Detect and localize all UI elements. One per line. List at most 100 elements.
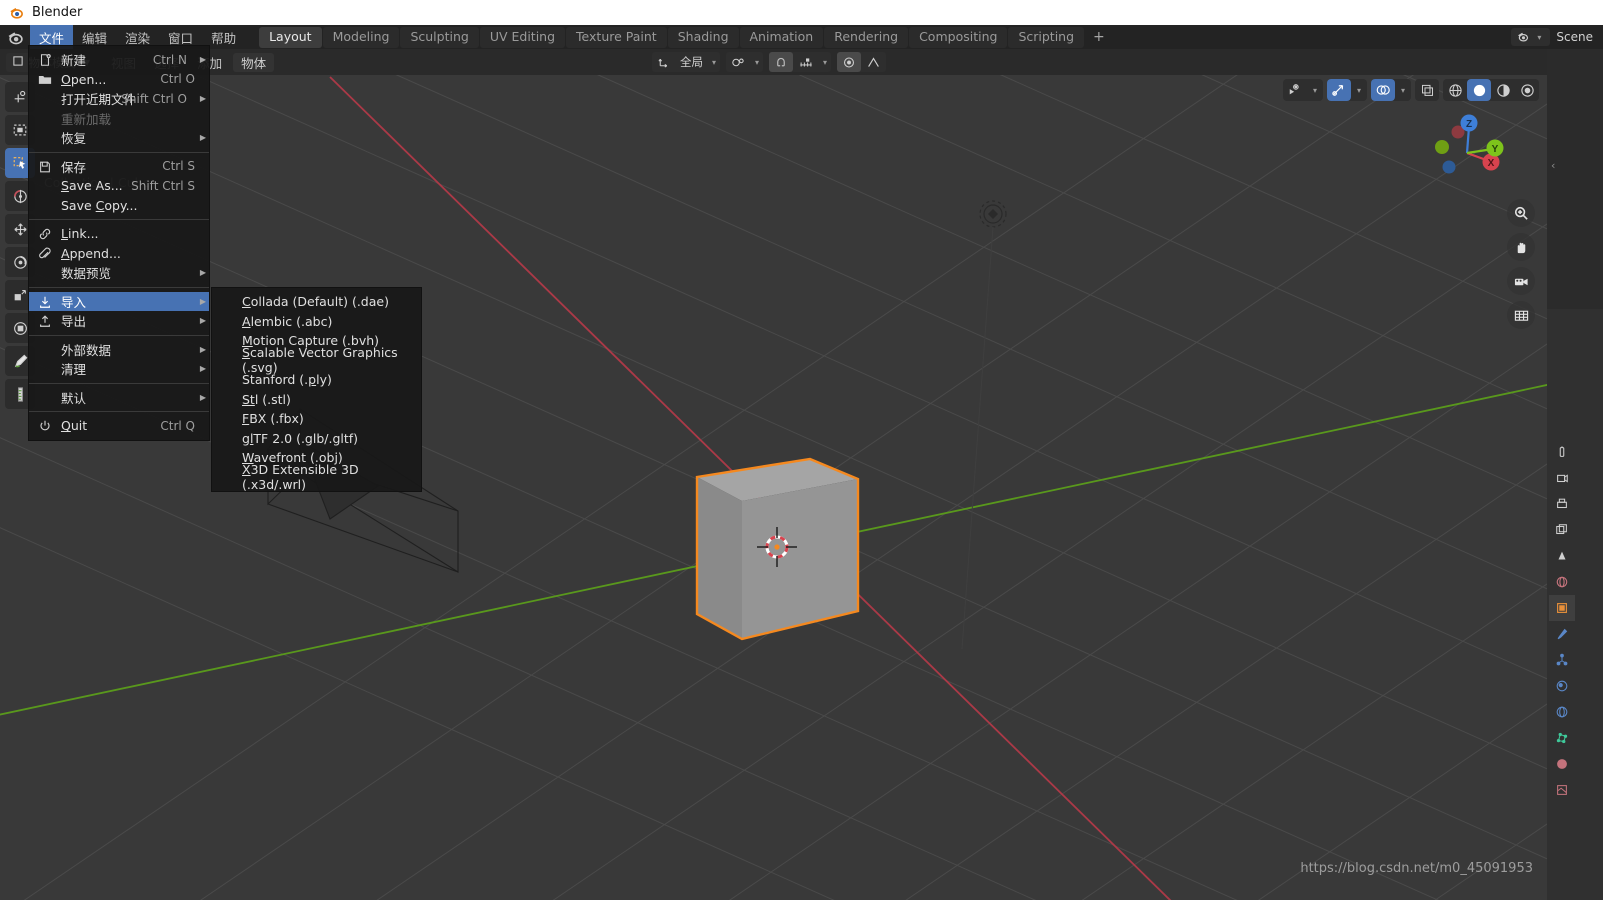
proportional-edit-toggle[interactable] [837, 52, 862, 72]
menu-row-link[interactable]: Link... [29, 224, 209, 244]
menu-row-clean-up[interactable]: 清理 ▶ [29, 359, 209, 379]
tab-physics[interactable] [1549, 673, 1575, 699]
overlays-icon[interactable] [1371, 79, 1395, 101]
chevron-right-icon: ▶ [199, 94, 206, 104]
tab-material[interactable] [1549, 751, 1575, 777]
camera-view-button[interactable] [1507, 267, 1535, 295]
workspace-tab-animation[interactable]: Animation [739, 26, 824, 48]
shading-wireframe[interactable] [1443, 79, 1467, 101]
orientation-icon [652, 52, 675, 72]
menu-row-label: Append... [61, 245, 121, 261]
import-item-x3d[interactable]: X3D Extensible 3D (.x3d/.wrl) [212, 462, 421, 492]
menu-row-export[interactable]: 导出 ▶ [29, 311, 209, 331]
tab-object[interactable] [1549, 595, 1575, 621]
tab-label: Animation [749, 28, 814, 44]
workspace-tab-uv-editing[interactable]: UV Editing [479, 26, 566, 48]
import-item-label: Scalable Vector Graphics (.svg) [242, 345, 398, 376]
svg-text:Y: Y [1492, 144, 1499, 155]
workspace-tab-sculpting[interactable]: Sculpting [400, 26, 479, 48]
tab-output[interactable] [1549, 491, 1575, 517]
workspace-tab-compositing[interactable]: Compositing [909, 26, 1008, 48]
tab-world[interactable] [1549, 569, 1575, 595]
workspace-tab-modeling[interactable]: Modeling [322, 26, 400, 48]
menu-row-new[interactable]: 新建 Ctrl N ▶ [29, 50, 209, 70]
menu-row-shortcut: Ctrl Q [160, 418, 195, 433]
shading-rendered[interactable] [1515, 79, 1539, 101]
chevron-down-icon[interactable]: ▾ [1351, 79, 1367, 101]
tab-data[interactable] [1549, 725, 1575, 751]
chevron-down-icon[interactable]: ▾ [1395, 79, 1411, 101]
menu-row-shortcut: Shift Ctrl S [131, 178, 195, 193]
transform-orientation-selector[interactable]: 全局 ▾ [652, 52, 721, 72]
blender-logo-icon[interactable] [0, 25, 30, 49]
zoom-button[interactable] [1507, 199, 1535, 227]
workspace-tab-rendering[interactable]: Rendering [824, 26, 909, 48]
snap-toggle-button[interactable] [769, 52, 794, 72]
xray-icon[interactable] [1415, 79, 1439, 101]
import-item-label: Stanford (.ply) [242, 372, 332, 388]
gizmo-icon[interactable] [1327, 79, 1351, 101]
import-item-alembic[interactable]: Alembic (.abc) [212, 312, 421, 332]
menu-row-import[interactable]: 导入 ▶ [29, 291, 209, 311]
tab-render[interactable] [1549, 465, 1575, 491]
tab-modifiers[interactable] [1549, 621, 1575, 647]
tab-texture[interactable] [1549, 777, 1575, 803]
menu-separator [29, 382, 209, 384]
proportional-falloff-selector[interactable] [861, 52, 886, 72]
add-workspace-button[interactable]: + [1085, 29, 1113, 45]
menu-row-label: 清理 [61, 362, 87, 378]
shading-solid[interactable] [1467, 79, 1491, 101]
import-item-collada[interactable]: Collada (Default) (.dae) [212, 292, 421, 312]
viewport-menu-object[interactable]: 物体 [233, 52, 275, 72]
tab-tool[interactable] [1549, 439, 1575, 465]
pivot-point-selector[interactable]: ▾ [726, 52, 764, 72]
menu-row-open[interactable]: Open... Ctrl O [29, 70, 209, 90]
shading-material[interactable] [1491, 79, 1515, 101]
import-item-stl[interactable]: Stl (.stl) [212, 390, 421, 410]
overlays-selector: ▾ [1371, 79, 1411, 101]
menu-row-label: 重新加载 [61, 111, 112, 127]
transform-tools-group: 全局 ▾ ▾ ▾ [652, 52, 887, 72]
chevron-down-icon[interactable]: ▾ [1307, 79, 1323, 101]
tab-view-layer[interactable] [1549, 517, 1575, 543]
pan-button[interactable] [1507, 233, 1535, 261]
visibility-selector[interactable]: ▾ [1283, 79, 1323, 101]
menu-row-save[interactable]: 保存 Ctrl S [29, 157, 209, 177]
toggle-ortho-button[interactable] [1507, 301, 1535, 329]
visibility-icon[interactable] [1283, 79, 1307, 101]
navigation-gizmo[interactable]: Z X Y [1425, 105, 1505, 185]
menu-row-defaults[interactable]: 默认 ▶ [29, 388, 209, 408]
new-file-icon [37, 52, 53, 68]
workspace-tab-scripting[interactable]: Scripting [1008, 26, 1085, 48]
menu-row-quit[interactable]: Quit Ctrl Q [29, 416, 209, 436]
chevron-right-icon: ▶ [199, 133, 206, 143]
collapse-panel-icon[interactable]: ‹ [1551, 159, 1555, 172]
menu-row-save-as[interactable]: Save As... Shift Ctrl S [29, 176, 209, 196]
tab-particles[interactable] [1549, 647, 1575, 673]
snap-target-selector[interactable] [793, 52, 819, 72]
tab-constraints[interactable] [1549, 699, 1575, 725]
save-icon [37, 159, 53, 175]
import-item-label: Collada (Default) (.dae) [242, 294, 389, 310]
tab-label: Modeling [332, 28, 390, 44]
workspace-tab-layout[interactable]: Layout [259, 26, 322, 48]
tab-scene[interactable] [1549, 543, 1575, 569]
chevron-right-icon: ▶ [199, 55, 206, 65]
menu-row-open-recent[interactable]: 打开近期文件 Shift Ctrl O ▶ [29, 89, 209, 109]
import-item-fbx[interactable]: FBX (.fbx) [212, 409, 421, 429]
paperclip-icon [37, 246, 53, 262]
menu-row-append[interactable]: Append... [29, 244, 209, 264]
workspace-tab-texture-paint[interactable]: Texture Paint [566, 26, 667, 48]
menu-separator [29, 286, 209, 288]
menu-row-external-data[interactable]: 外部数据 ▶ [29, 340, 209, 360]
menu-row-data-previews[interactable]: 数据预览 ▶ [29, 263, 209, 283]
scene-name-field[interactable]: Scene [1550, 30, 1599, 44]
xray-toggle[interactable] [1415, 79, 1439, 101]
menu-row-recover[interactable]: 恢复 ▶ [29, 128, 209, 148]
scene-browse-button[interactable]: ▾ [1511, 28, 1551, 46]
menu-row-save-copy[interactable]: Save Copy... [29, 196, 209, 216]
import-item-gltf[interactable]: glTF 2.0 (.glb/.gltf) [212, 429, 421, 449]
import-item-svg[interactable]: Scalable Vector Graphics (.svg) [212, 345, 421, 375]
workspace-tab-shading[interactable]: Shading [667, 26, 739, 48]
snapping-group: ▾ [769, 52, 832, 72]
